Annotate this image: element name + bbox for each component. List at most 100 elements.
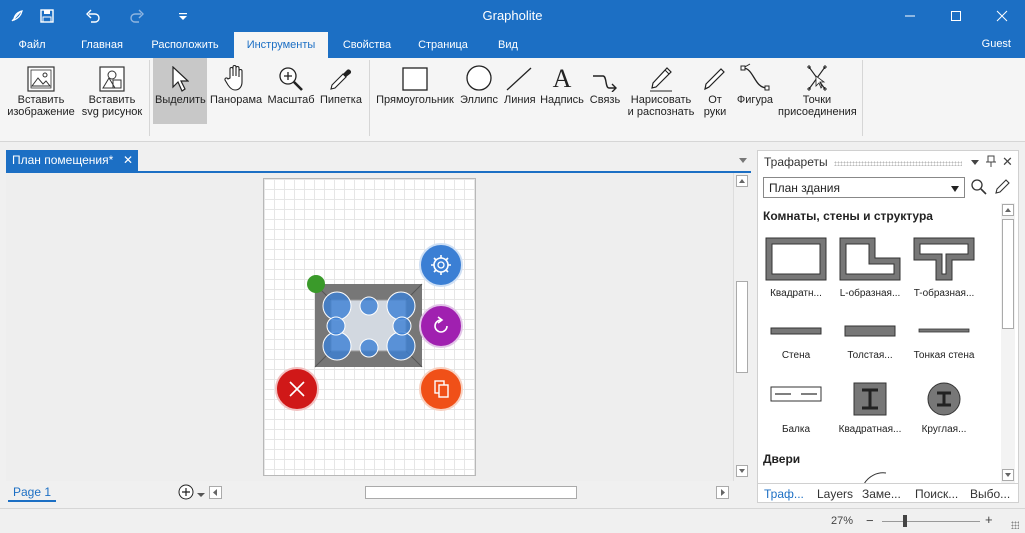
canvas-vertical-scrollbar[interactable] xyxy=(733,173,750,481)
zoom-slider-track[interactable] xyxy=(882,521,980,522)
delete-action-button[interactable] xyxy=(275,367,319,411)
panel-tab-layers[interactable]: Layers xyxy=(817,484,853,504)
link-tool-button[interactable]: Связь xyxy=(587,58,623,128)
rotate-action-button[interactable] xyxy=(419,304,463,348)
zoom-tool-button[interactable]: Масштаб xyxy=(265,58,317,128)
document-list-icon[interactable] xyxy=(738,155,748,167)
stencil-round-column[interactable]: Круглая... xyxy=(908,381,980,435)
page-tab[interactable]: Page 1 xyxy=(8,482,57,502)
image-icon xyxy=(4,58,78,94)
stencil-beam[interactable]: Балка xyxy=(760,381,832,435)
document-tab[interactable]: План помещения* ✕ xyxy=(6,150,138,171)
title-bar: Grapholite xyxy=(0,0,1025,32)
stencil-thick-wall[interactable]: Толстая... xyxy=(834,319,906,361)
insert-svg-button[interactable]: Вставить svg рисунок xyxy=(78,58,146,128)
text-tool-button[interactable]: A Надпись xyxy=(538,58,586,128)
connection-points-icon xyxy=(776,58,858,94)
line-tool-button[interactable]: Линия xyxy=(502,58,536,128)
copy-action-button[interactable] xyxy=(419,367,463,411)
rotation-handle[interactable] xyxy=(307,275,325,293)
settings-action-button[interactable] xyxy=(419,243,463,287)
stencil-wall[interactable]: Стена xyxy=(760,319,832,361)
panel-grip[interactable] xyxy=(834,161,962,166)
minimize-icon[interactable] xyxy=(887,0,933,32)
thin-wall-icon xyxy=(918,328,970,333)
ribbon-separator xyxy=(369,60,370,136)
pen-icon xyxy=(624,58,698,94)
scroll-right-icon[interactable] xyxy=(716,486,729,499)
scroll-left-icon[interactable] xyxy=(209,486,222,499)
resize-grip-icon[interactable] xyxy=(1011,521,1019,529)
horizontal-scroll-thumb[interactable] xyxy=(365,486,577,499)
wall-icon xyxy=(770,327,822,335)
draw-recognize-button[interactable]: Нарисовать и распознать xyxy=(624,58,698,128)
panel-menu-icon[interactable] xyxy=(970,157,980,169)
document-tab-title: План помещения* xyxy=(12,153,114,167)
tab-page[interactable]: Страница xyxy=(410,32,476,58)
zoom-slider-thumb[interactable] xyxy=(903,515,907,527)
stencils-panel: Трафареты ✕ План здания Комнаты, стены и… xyxy=(757,150,1019,503)
zoom-out-icon[interactable]: − xyxy=(866,513,874,528)
page-menu-icon[interactable] xyxy=(197,489,205,501)
ellipse-tool-button[interactable]: Эллипс xyxy=(458,58,500,128)
stencil-l-room[interactable]: L-образная... xyxy=(834,237,906,299)
ellipse-tool-label: Эллипс xyxy=(460,94,498,106)
stencil-caption: Тонкая стена xyxy=(913,350,975,361)
canvas-horizontal-scrollbar[interactable] xyxy=(209,484,733,501)
connection-points-button[interactable]: Точки присоединения xyxy=(776,58,858,128)
add-page-icon[interactable] xyxy=(178,484,194,503)
select-tool-label: Выделить xyxy=(155,94,206,106)
shape-tool-label: Фигура xyxy=(736,94,774,106)
tab-home[interactable]: Главная xyxy=(72,32,132,58)
edit-pencil-icon[interactable] xyxy=(994,179,1010,198)
pan-tool-label: Панорама xyxy=(210,94,263,106)
thick-wall-icon xyxy=(844,325,896,337)
scroll-down-icon[interactable] xyxy=(736,465,748,477)
tab-arrange[interactable]: Расположить xyxy=(142,32,228,58)
stencil-caption: Квадратная... xyxy=(838,424,902,435)
stencil-square-column[interactable]: Квадратная... xyxy=(834,381,906,435)
vertical-scroll-thumb[interactable] xyxy=(736,281,748,373)
zoom-in-icon[interactable]: + xyxy=(985,512,993,527)
tab-view[interactable]: Вид xyxy=(490,32,526,58)
search-icon[interactable] xyxy=(971,179,987,198)
scroll-up-icon[interactable] xyxy=(1002,204,1014,216)
close-window-icon[interactable] xyxy=(979,0,1025,32)
close-document-icon[interactable]: ✕ xyxy=(123,150,133,171)
panel-tab-search[interactable]: Поиск... xyxy=(915,484,958,504)
stencil-thin-wall[interactable]: Тонкая стена xyxy=(908,319,980,361)
freehand-tool-label: От руки xyxy=(703,94,727,118)
rectangle-tool-button[interactable]: Прямоугольник xyxy=(374,58,456,128)
stencils-scrollbar[interactable] xyxy=(1001,203,1015,483)
stencil-t-room[interactable]: T-образная... xyxy=(908,237,980,299)
panel-tab-selection[interactable]: Выбо... xyxy=(970,484,1010,504)
freehand-tool-button[interactable]: От руки xyxy=(698,58,732,128)
stencils-scroll-thumb[interactable] xyxy=(1002,219,1014,329)
pipette-tool-button[interactable]: Пипетка xyxy=(318,58,364,128)
tab-properties[interactable]: Свойства xyxy=(334,32,400,58)
drawing-canvas[interactable] xyxy=(6,173,733,481)
panel-tab-stencils[interactable]: Траф... xyxy=(764,484,804,504)
stencil-set-dropdown[interactable]: План здания xyxy=(763,177,965,198)
section-rooms-title: Комнаты, стены и структура xyxy=(763,209,933,223)
stencil-square-room[interactable]: Квадратн... xyxy=(760,237,832,299)
maximize-icon[interactable] xyxy=(933,0,979,32)
close-panel-icon[interactable]: ✕ xyxy=(1002,154,1013,170)
t-shaped-room-icon xyxy=(913,237,975,281)
status-bar: 27% − + xyxy=(0,508,1025,533)
zoom-level: 27% xyxy=(831,515,854,527)
user-name[interactable]: Guest xyxy=(982,38,1011,50)
scroll-up-icon[interactable] xyxy=(736,175,748,187)
select-tool-button[interactable]: Выделить xyxy=(153,58,207,124)
scroll-down-icon[interactable] xyxy=(1002,469,1014,481)
panel-tab-notes[interactable]: Заме... xyxy=(862,484,901,504)
insert-image-button[interactable]: Вставить изображение xyxy=(4,58,78,128)
tab-tools[interactable]: Инструменты xyxy=(234,32,328,58)
shape-tool-button[interactable]: Фигура xyxy=(734,58,776,128)
tab-file[interactable]: Файл xyxy=(8,32,56,58)
pencil-icon xyxy=(698,58,732,94)
rectangle-icon xyxy=(374,58,456,94)
pan-tool-button[interactable]: Панорама xyxy=(208,58,264,128)
text-a-icon: A xyxy=(552,64,572,93)
pin-icon[interactable] xyxy=(986,155,996,170)
